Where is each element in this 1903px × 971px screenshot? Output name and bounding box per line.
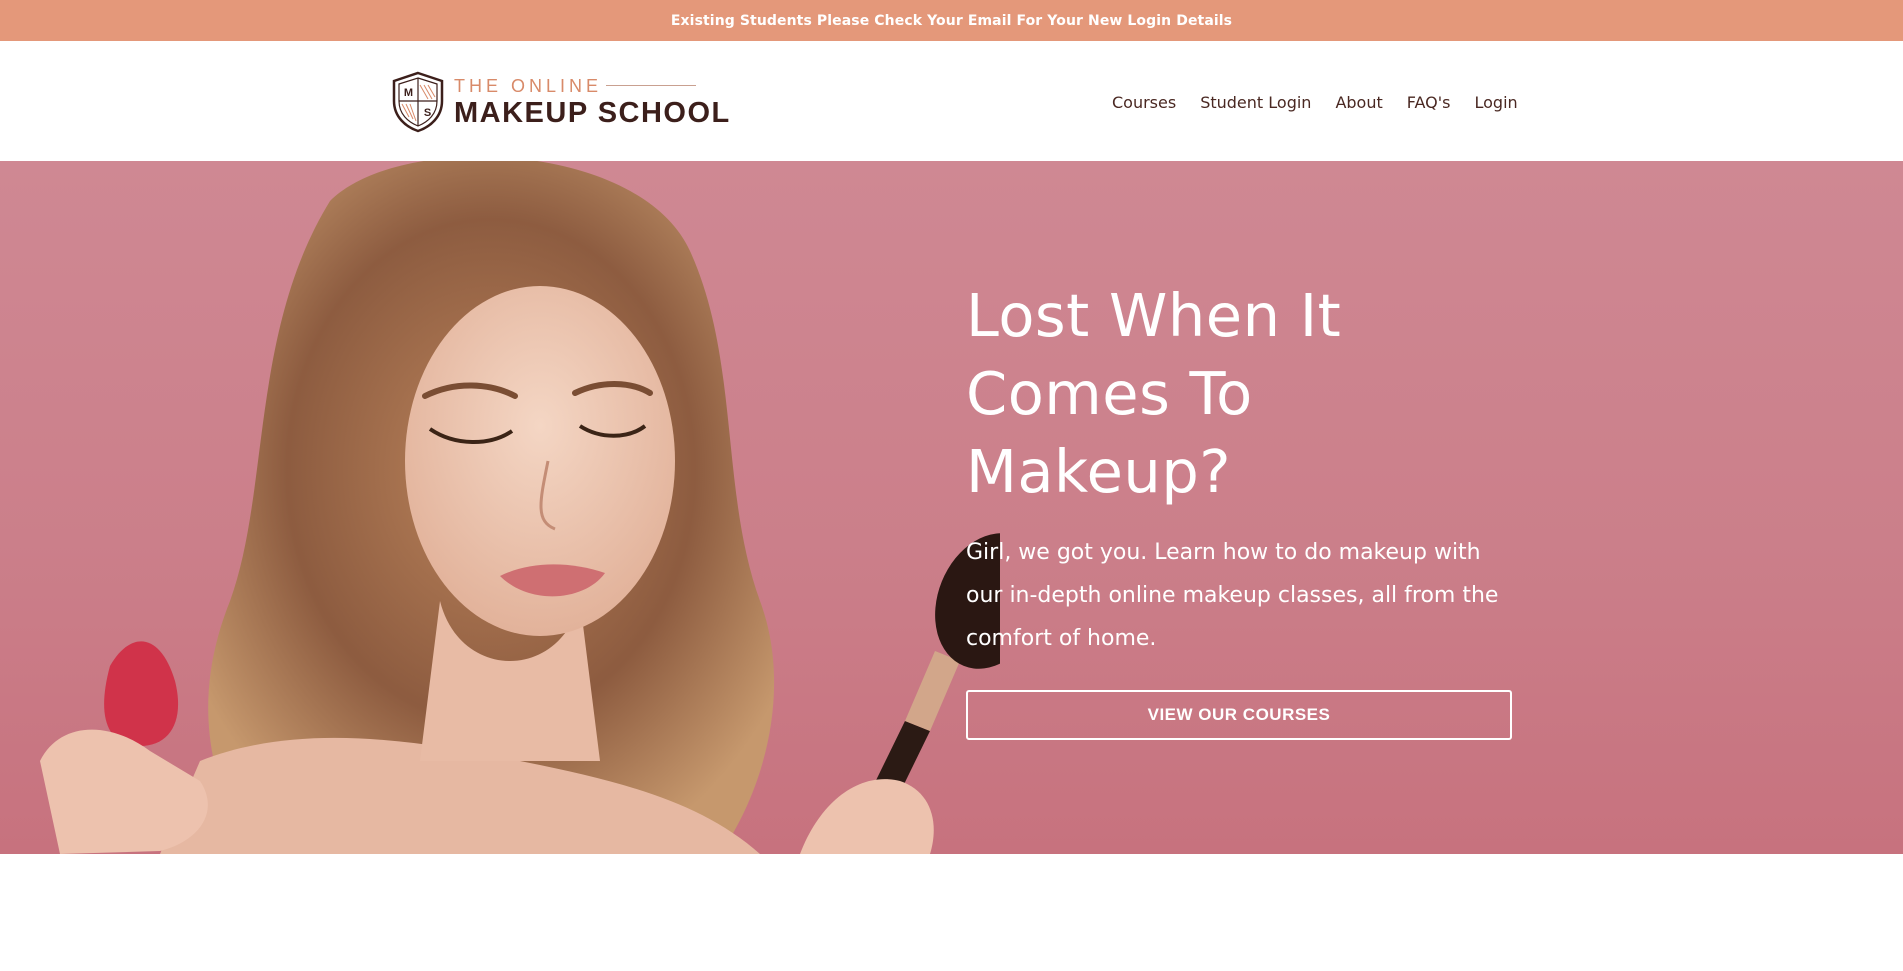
page-below-fold (0, 854, 1903, 971)
view-courses-button[interactable]: VIEW OUR COURSES (966, 690, 1512, 740)
main-nav: Courses Student Login About FAQ's Login (1112, 93, 1518, 112)
logo-bottom-text: MAKEUP SCHOOL (454, 96, 731, 129)
crest-icon: M S (392, 71, 444, 133)
hero-title-line-2: Comes To (966, 359, 1253, 428)
nav-about[interactable]: About (1335, 93, 1382, 112)
nav-login[interactable]: Login (1474, 93, 1517, 112)
nav-courses[interactable]: Courses (1112, 93, 1176, 112)
hero-title: Lost When It Comes To Makeup? (966, 277, 1526, 511)
hero-photo (40, 161, 1000, 854)
logo-top-text: THE ONLINE (454, 75, 603, 96)
crest-letter-s: S (424, 107, 431, 119)
hero-content: Lost When It Comes To Makeup? Girl, we g… (966, 277, 1526, 740)
logo-rule (606, 85, 697, 86)
hero-title-line-1: Lost When It (966, 281, 1342, 350)
nav-student-login[interactable]: Student Login (1200, 93, 1311, 112)
crest-letter-m: M (404, 87, 413, 99)
nav-faqs[interactable]: FAQ's (1407, 93, 1451, 112)
logo-top-line: THE ONLINE (454, 77, 731, 95)
announcement-text: Existing Students Please Check Your Emai… (670, 12, 1233, 29)
site-header: M S THE ONLINE MAKEUP SCHOOL Courses Stu… (0, 41, 1903, 161)
logo-wordmark: THE ONLINE MAKEUP SCHOOL (454, 77, 731, 128)
hero-title-line-3: Makeup? (966, 437, 1232, 506)
announcement-bar: Existing Students Please Check Your Emai… (0, 0, 1903, 41)
hero-description: Girl, we got you. Learn how to do makeup… (966, 540, 1499, 651)
site-logo[interactable]: M S THE ONLINE MAKEUP SCHOOL (390, 71, 731, 133)
hero-section: Lost When It Comes To Makeup? Girl, we g… (0, 161, 1903, 854)
